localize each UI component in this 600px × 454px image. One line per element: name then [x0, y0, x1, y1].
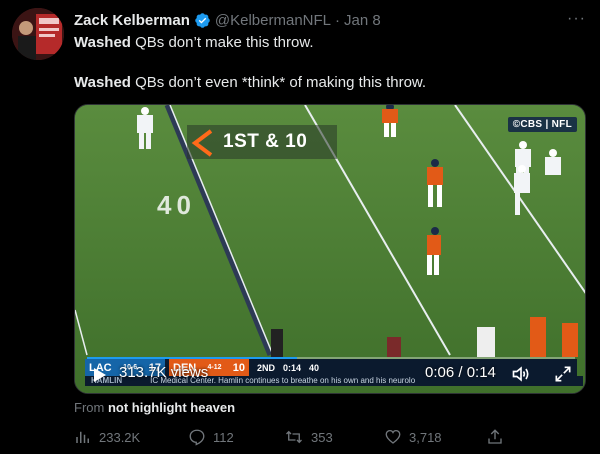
reply-action[interactable]: 112	[188, 428, 234, 446]
heart-icon	[385, 429, 401, 444]
tweet-text-bold: Washed	[74, 74, 131, 91]
tweet-text-bold: Washed	[74, 34, 131, 51]
tweet-text-line-1: Washed QBs don’t make this throw.	[74, 33, 314, 53]
share-icon	[488, 429, 502, 444]
share-action[interactable]	[486, 428, 504, 446]
author-handle[interactable]: @KelbermanNFL	[215, 12, 331, 29]
game-clock: 0:14	[283, 362, 302, 373]
play-icon[interactable]	[93, 367, 107, 383]
fullscreen-icon[interactable]	[553, 364, 573, 384]
tweet-actions: 233.2K 112 353 3,718	[74, 428, 514, 448]
home-score: 10	[232, 361, 245, 374]
source-name[interactable]: not highlight heaven	[108, 400, 235, 415]
video-player[interactable]: ©CBS | NFL 1ST & 10 40 LAC 10-6 17 DEN 4…	[74, 104, 586, 394]
video-source: From not highlight heaven	[74, 400, 235, 415]
tweet-date[interactable]: Jan 8	[344, 12, 381, 29]
volume-icon[interactable]	[511, 364, 531, 384]
from-label: From	[74, 400, 105, 415]
avatar[interactable]	[12, 8, 64, 60]
network-badge: ©CBS | NFL	[507, 117, 577, 132]
analytics-icon	[76, 431, 89, 443]
tweet-header: Zack Kelberman @KelbermanNFL · Jan 8	[74, 11, 381, 29]
game-quarter: 2ND	[257, 362, 276, 373]
more-options-icon[interactable]: ···	[567, 10, 586, 28]
home-record: 4-12	[207, 364, 222, 371]
retweet-icon	[286, 430, 302, 444]
down-distance-text: 1ST & 10	[223, 131, 308, 152]
yard-marker: 40	[157, 190, 196, 220]
down-distance-graphic: 1ST & 10	[187, 125, 337, 159]
verified-badge-icon	[194, 12, 211, 29]
retweet-count: 353	[311, 429, 333, 445]
retweet-action[interactable]: 353	[284, 428, 333, 446]
video-time: 0:06 / 0:14	[425, 364, 496, 381]
reply-count: 112	[213, 429, 234, 445]
reply-icon	[189, 429, 205, 446]
tweet-text-line-2: Washed QBs don’t even *think* of making …	[74, 73, 426, 93]
view-count: 313.7K views	[119, 364, 209, 381]
views-action[interactable]: 233.2K	[74, 428, 140, 446]
like-count: 3,718	[409, 429, 442, 445]
author-name[interactable]: Zack Kelberman	[74, 12, 190, 29]
like-action[interactable]: 3,718	[384, 428, 442, 446]
tweet-text-rest: QBs don’t make this throw.	[130, 34, 314, 51]
views-count: 233.2K	[99, 429, 141, 445]
tweet-text-rest: QBs don’t even *think* of making this th…	[130, 74, 427, 91]
arrow-left-icon	[191, 129, 213, 157]
play-clock: 40	[309, 362, 320, 373]
separator-dot: ·	[335, 11, 340, 29]
